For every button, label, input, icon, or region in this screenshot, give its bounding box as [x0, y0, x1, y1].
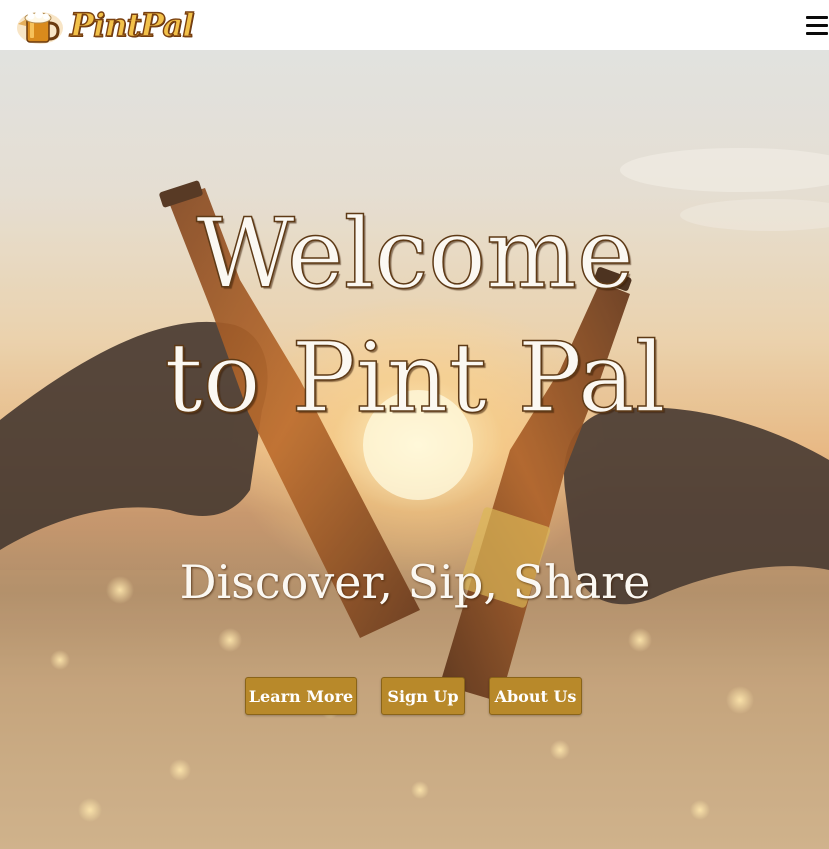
- beer-mug-icon: [17, 10, 63, 44]
- about-us-button[interactable]: About Us: [489, 677, 582, 715]
- sign-up-button[interactable]: Sign Up: [381, 677, 465, 715]
- brand-logo-link[interactable]: PintPal: [14, 5, 195, 47]
- brand-wordmark: PintPal: [69, 5, 195, 44]
- menu-bar: [806, 32, 828, 36]
- learn-more-button[interactable]: Learn More: [245, 677, 357, 715]
- top-navbar: PintPal: [0, 0, 829, 50]
- hero-section: Welcome to Pint Pal Discover, Sip, Share…: [0, 50, 829, 849]
- menu-bar: [806, 24, 828, 28]
- hero-overlay: [0, 50, 829, 849]
- hamburger-menu-icon[interactable]: [806, 15, 828, 36]
- hero-tagline: Discover, Sip, Share: [179, 555, 651, 609]
- menu-bar: [806, 16, 828, 20]
- hero-headline: Welcome to Pint Pal: [164, 197, 667, 435]
